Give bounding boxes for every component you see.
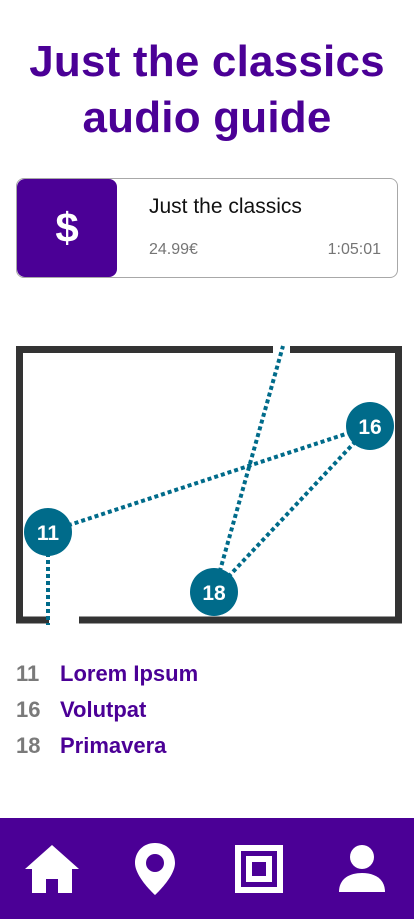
stop-marker-11-label: 11 xyxy=(37,522,60,545)
nav-home-button[interactable] xyxy=(22,839,82,899)
bottom-nav xyxy=(0,818,414,919)
floor-map-svg: 11 16 18 xyxy=(16,345,402,625)
stop-marker-16[interactable]: 16 xyxy=(346,402,394,450)
tour-price: 24.99€ xyxy=(149,241,198,258)
stop-marker-18-label: 18 xyxy=(202,582,226,605)
stop-number: 16 xyxy=(16,697,41,722)
price-badge: $ xyxy=(17,179,117,277)
nav-scan-button[interactable] xyxy=(229,839,289,899)
stop-name: Volutpat xyxy=(60,697,147,722)
stop-name: Primavera xyxy=(60,733,167,758)
profile-icon xyxy=(339,844,386,892)
stop-marker-11[interactable]: 11 xyxy=(24,508,72,556)
tour-duration: 1:05:01 xyxy=(327,241,381,258)
qr-code-icon xyxy=(234,844,283,893)
stop-list: 11 Lorem Ipsum 16 Volutpat 18 Primavera xyxy=(16,656,396,764)
stop-marker-16-label: 16 xyxy=(358,416,381,439)
page-title: Just the classics audio guide xyxy=(29,37,385,142)
home-icon xyxy=(24,844,79,893)
dollar-icon: $ xyxy=(55,204,79,251)
stop-name: Lorem Ipsum xyxy=(60,661,199,686)
stop-number: 18 xyxy=(16,733,41,758)
list-item[interactable]: 16 Volutpat xyxy=(16,692,396,728)
tour-title: Just the classics xyxy=(149,195,302,218)
stop-marker-18[interactable]: 18 xyxy=(190,568,238,616)
list-item[interactable]: 18 Primavera xyxy=(16,728,396,764)
location-pin-icon xyxy=(135,842,176,895)
tour-card[interactable]: $ Just the classics 24.99€ 1:05:01 xyxy=(16,178,398,278)
wall-left xyxy=(16,346,273,624)
nav-map-button[interactable] xyxy=(125,839,185,899)
nav-profile-button[interactable] xyxy=(332,839,392,899)
stop-number: 11 xyxy=(16,661,40,686)
list-item[interactable]: 11 Lorem Ipsum xyxy=(16,656,396,692)
wall-right xyxy=(79,346,402,624)
floor-map[interactable]: 11 16 18 xyxy=(0,330,414,640)
